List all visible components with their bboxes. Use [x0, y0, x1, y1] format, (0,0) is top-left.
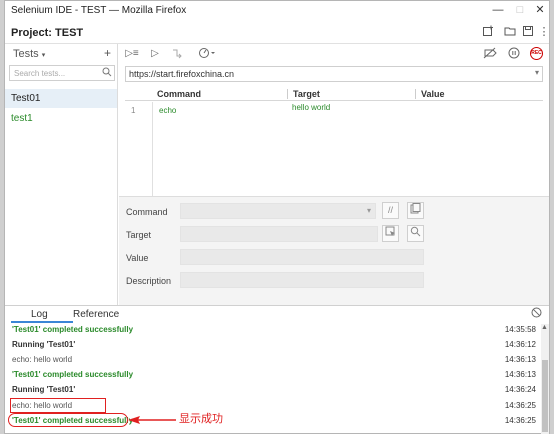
log-line: echo: hello world 14:36:13	[12, 354, 536, 368]
annotation-arrow-icon	[128, 416, 176, 424]
open-project-icon[interactable]	[503, 25, 517, 39]
tab-log[interactable]: Log	[31, 309, 48, 320]
log-message: 'Test01' completed successfully	[12, 370, 134, 379]
log-line: Running 'Test01' 14:36:12	[12, 339, 536, 353]
tests-dropdown[interactable]: Tests ▾	[13, 48, 45, 60]
open-reference-icon[interactable]	[407, 202, 424, 219]
column-divider	[415, 89, 416, 99]
chevron-down-icon: ▾	[366, 206, 371, 215]
title-bar: Selenium IDE - TEST — Mozilla Firefox — …	[5, 1, 549, 20]
add-test-button[interactable]: +	[104, 46, 111, 60]
base-url-value: https://start.firefoxchina.cn	[129, 69, 235, 79]
tests-panel: Tests ▾ + Search tests... Test01 test1	[5, 44, 118, 305]
highlight-oval	[8, 413, 128, 427]
active-tab-indicator	[11, 321, 73, 323]
run-all-tests-icon[interactable]: ▷≡	[125, 47, 139, 60]
description-field[interactable]	[180, 272, 424, 288]
clear-log-icon[interactable]	[531, 307, 542, 321]
select-target-icon[interactable]	[382, 225, 399, 242]
log-timestamp: 14:36:13	[504, 355, 536, 364]
column-divider	[287, 89, 288, 99]
table-row[interactable]: 1 echo hello world	[125, 103, 543, 117]
target-field[interactable]	[180, 226, 378, 242]
chevron-down-icon[interactable]: ▾	[535, 68, 539, 77]
record-button[interactable]: REC	[530, 47, 543, 60]
firefox-window: Selenium IDE - TEST — Mozilla Firefox — …	[4, 0, 550, 434]
command-select[interactable]: ▾	[180, 203, 376, 219]
disable-breakpoints-icon[interactable]	[483, 47, 497, 60]
search-tests-input[interactable]: Search tests...	[9, 65, 115, 81]
step-over-icon[interactable]	[171, 47, 185, 60]
find-target-icon[interactable]	[407, 225, 424, 242]
chevron-down-icon: ▾	[41, 52, 46, 59]
test-item-label: Test01	[11, 93, 41, 104]
editor-panel: ▷≡ ▷ REC https://start.firefoxchina.cn ▾…	[119, 44, 549, 305]
column-header-command: Command	[157, 89, 202, 99]
log-line: 'Test01' completed successfully 14:35:58	[12, 324, 536, 338]
log-timestamp: 14:36:13	[504, 370, 536, 379]
close-button[interactable]: ✕	[533, 3, 547, 17]
log-timestamp: 14:36:24	[504, 385, 536, 394]
value-row: Value	[119, 248, 549, 266]
run-current-test-icon[interactable]: ▷	[149, 47, 161, 60]
toggle-comment-icon[interactable]: //	[382, 202, 399, 219]
row-number: 1	[131, 106, 136, 115]
log-message: 'Test01' completed successfully	[12, 325, 134, 334]
tests-header: Tests ▾ +	[5, 44, 118, 63]
row-command: echo	[159, 106, 177, 115]
scrollbar-thumb[interactable]	[542, 360, 548, 432]
commands-table-header: Command Target Value	[125, 87, 543, 101]
tab-reference[interactable]: Reference	[73, 309, 119, 320]
value-label: Value	[126, 253, 149, 263]
command-details-panel: Command ▾ // Target Value Description	[119, 196, 549, 305]
log-timestamp: 14:36:12	[504, 340, 536, 349]
test-item[interactable]: test1	[5, 109, 117, 128]
target-label: Target	[126, 230, 152, 240]
run-toolbar: ▷≡ ▷ REC	[119, 44, 549, 63]
log-timestamp: 14:35:58	[504, 325, 536, 334]
column-header-value: Value	[421, 89, 445, 99]
value-field[interactable]	[180, 249, 424, 265]
log-timestamp: 14:36:25	[504, 401, 536, 410]
search-icon	[102, 66, 112, 81]
log-timestamp: 14:36:25	[504, 416, 536, 425]
column-header-target: Target	[293, 89, 320, 99]
log-line: Running 'Test01' 14:36:24	[12, 384, 536, 398]
search-placeholder: Search tests...	[14, 69, 66, 78]
command-label: Command	[126, 207, 168, 217]
scroll-up-icon[interactable]: ▲	[541, 324, 548, 331]
project-header: Project: TEST ⋮	[5, 20, 551, 44]
log-message: Running 'Test01'	[12, 385, 76, 394]
project-title: Project: TEST	[11, 27, 84, 39]
description-row: Description	[119, 271, 549, 289]
more-options-icon[interactable]: ⋮	[537, 25, 551, 39]
target-row: Target	[119, 225, 549, 243]
log-message: echo: hello world	[12, 355, 73, 364]
new-project-icon[interactable]	[481, 25, 495, 39]
base-url-field[interactable]: https://start.firefoxchina.cn ▾	[125, 66, 543, 82]
log-line: 'Test01' completed successfully 14:36:13	[12, 369, 536, 383]
highlight-box	[10, 398, 106, 413]
command-row: Command ▾ //	[119, 202, 549, 220]
pause-exceptions-icon[interactable]	[507, 47, 521, 60]
log-scrollbar[interactable]: ▲	[541, 324, 549, 434]
test-item[interactable]: Test01	[5, 89, 117, 108]
maximize-button[interactable]: □	[513, 3, 527, 17]
window-title: Selenium IDE - TEST — Mozilla Firefox	[11, 5, 187, 16]
speed-icon[interactable]	[197, 47, 217, 60]
tests-label: Tests	[13, 48, 39, 60]
save-project-icon[interactable]	[521, 25, 535, 39]
test-item-label: test1	[11, 113, 33, 124]
minimize-button[interactable]: —	[491, 3, 505, 17]
log-message: Running 'Test01'	[12, 340, 76, 349]
description-label: Description	[126, 276, 172, 286]
row-target: hello world	[292, 103, 331, 112]
annotation-text: 显示成功	[179, 413, 223, 425]
log-tabs: Log Reference	[5, 306, 549, 323]
